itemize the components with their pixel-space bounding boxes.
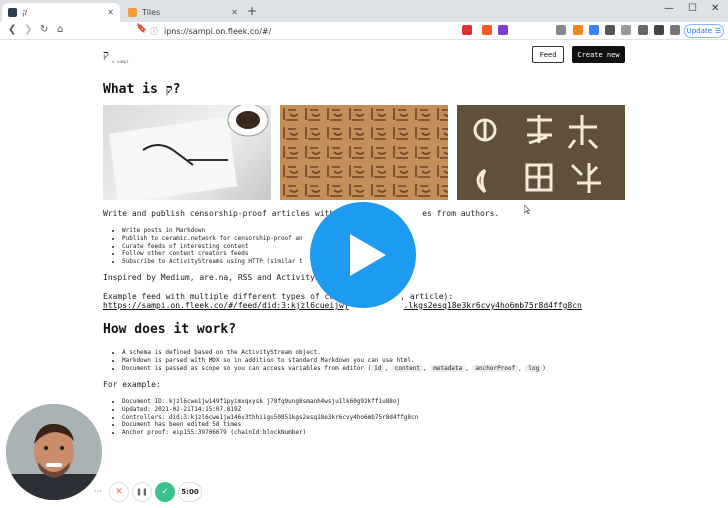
page-title: What is ק? [103, 82, 181, 97]
reading-list-icon[interactable] [670, 25, 680, 35]
menu-icon: ☰ [715, 27, 722, 35]
extension-icon[interactable] [605, 25, 615, 35]
puzzle-icon[interactable] [654, 25, 664, 35]
for-example-text: For example: [103, 380, 161, 389]
pocket-icon[interactable] [556, 25, 566, 35]
intro-text-start: Write and publish censorship-proof artic… [103, 209, 335, 218]
list-item: Document has been edited 58 times [122, 421, 418, 429]
extension-icon[interactable] [621, 25, 631, 35]
notebook-illustration [108, 105, 269, 200]
code-anchorproof: anchorProof [472, 364, 519, 372]
tab-tiles[interactable]: Tiles ✕ [122, 3, 244, 22]
example-list: Document ID: kjzl6cwe1jw149f1pyimxqxysk … [122, 398, 418, 437]
code-id: id [371, 364, 385, 372]
logo-glyph: ק [103, 48, 109, 61]
address-text: ipns://sampi.on.fleek.co/#/ [164, 26, 272, 36]
finish-recording-button[interactable]: ✓ [155, 482, 175, 502]
hero-image-characters [457, 105, 625, 200]
hero-image-tablet [280, 105, 448, 200]
new-tab-button[interactable]: + [247, 4, 257, 18]
mouse-cursor-icon [524, 205, 530, 214]
intro-text-end: es from authors. [422, 209, 500, 218]
list-item: Updated: 2021-02-21T14:15:07.819Z [122, 406, 418, 414]
update-label: Update [686, 27, 713, 35]
list-item: Write posts in Markdown [122, 227, 303, 235]
example-label: Example feed with multiple different typ… [103, 292, 453, 301]
list-item: Document is passed as scope so you can a… [122, 364, 546, 373]
reload-icon[interactable]: ↻ [40, 24, 48, 35]
back-icon[interactable]: ❮ [8, 24, 16, 35]
code-metadata: metadata [430, 364, 466, 372]
brave-shield-icon[interactable] [482, 25, 492, 35]
tab-sampi[interactable]: ק ✕ [2, 3, 120, 22]
list-item: A schema is defined based on the Activit… [122, 349, 546, 357]
list-item: Curate feeds of interesting content [122, 243, 303, 251]
tab-favicon-icon [8, 8, 17, 17]
inspired-text: Inspired by Medium, are.na, RSS and Acti… [103, 273, 325, 282]
tablet-illustration [280, 105, 448, 200]
list-item: Markdown is parsed with MDX so in additi… [122, 357, 546, 365]
pen-icon[interactable] [638, 25, 648, 35]
feed-button[interactable]: Feed [532, 46, 564, 63]
browser-window: ק ✕ Tiles ✕ + — ☐ ✕ ❮ ❯ ↻ ⌂ 🔖 ⓘ ipns://s… [0, 0, 728, 508]
tab-title: Tiles [142, 8, 161, 17]
site-logo[interactable]: ק א sampi [103, 48, 133, 64]
tab-bar: ק ✕ Tiles ✕ + — ☐ ✕ [0, 0, 728, 22]
metamask-icon[interactable] [573, 25, 583, 35]
example-label-end: , article): [400, 292, 454, 301]
webcam-bubble[interactable] [6, 404, 102, 500]
more-options-button[interactable]: ··· [90, 482, 106, 502]
intro-text: Write and publish censorship-proof artic… [103, 209, 499, 218]
example-label-start: Example feed with multiple different typ… [103, 292, 335, 301]
how-list: A schema is defined based on the Activit… [122, 349, 546, 372]
presenter-avatar [6, 404, 102, 500]
bookmark-icon[interactable]: 🔖 [136, 24, 147, 34]
brave-rewards-icon[interactable] [498, 25, 508, 35]
home-icon[interactable]: ⌂ [57, 24, 63, 35]
maximize-button[interactable]: ☐ [688, 3, 697, 14]
minimize-button[interactable]: — [664, 3, 674, 14]
list-item: Subscribe to ActivityStreams using HTTP … [122, 258, 303, 266]
logo-subtitle: א sampi [112, 59, 129, 64]
extension-icon[interactable] [589, 25, 599, 35]
tab-close-icon[interactable]: ✕ [231, 8, 238, 17]
hero-image-notebook [103, 105, 271, 200]
create-new-button[interactable]: Create new [572, 46, 625, 63]
tab-title: ק [22, 8, 28, 17]
address-bar[interactable]: ⓘ ipns://sampi.on.fleek.co/#/ [150, 24, 530, 38]
cancel-recording-button[interactable]: ✕ [109, 482, 129, 502]
list-item: Publish to ceramic.network for censorshi… [122, 235, 303, 243]
example-link-end: .lkgs2esq18e3kr6cvy4ho6mb75r8d4ffg8cn [403, 301, 582, 310]
play-icon [350, 234, 386, 276]
how-item-text: Document is passed as scope so you can a… [122, 364, 372, 372]
list-item: Document ID: kjzl6cwe1jw149f1pyimxqxysk … [122, 398, 418, 406]
forward-icon[interactable]: ❯ [24, 24, 32, 35]
example-link-start: https://sampi.on.fleek.co/#/feed/did:3:k… [103, 301, 349, 310]
pause-recording-button[interactable]: ❚❚ [132, 482, 152, 502]
tab-close-icon[interactable]: ✕ [107, 8, 114, 17]
browser-toolbar: ❮ ❯ ↻ ⌂ 🔖 ⓘ ipns://sampi.on.fleek.co/#/ … [0, 22, 728, 40]
list-item: Follow other content creators feeds [122, 250, 303, 258]
recording-timer: 5:00 [178, 482, 202, 502]
code-log: log [525, 364, 543, 372]
close-window-button[interactable]: ✕ [711, 3, 719, 14]
list-item: Controllers: did:3:kjzl6cwe1jw146v3thhi1… [122, 414, 418, 422]
update-button[interactable]: Update ☰ [684, 24, 724, 38]
play-button[interactable] [310, 202, 416, 308]
info-icon: ⓘ [150, 26, 158, 36]
translate-icon[interactable] [462, 25, 472, 35]
how-heading: How does it work? [103, 322, 237, 337]
feature-list: Write posts in Markdown Publish to ceram… [122, 227, 303, 266]
characters-illustration [457, 105, 625, 200]
tab-favicon-icon [128, 8, 137, 17]
list-item: Anchor proof: eip155:39706679 (chainId:b… [122, 429, 418, 437]
code-content: content [391, 364, 424, 372]
